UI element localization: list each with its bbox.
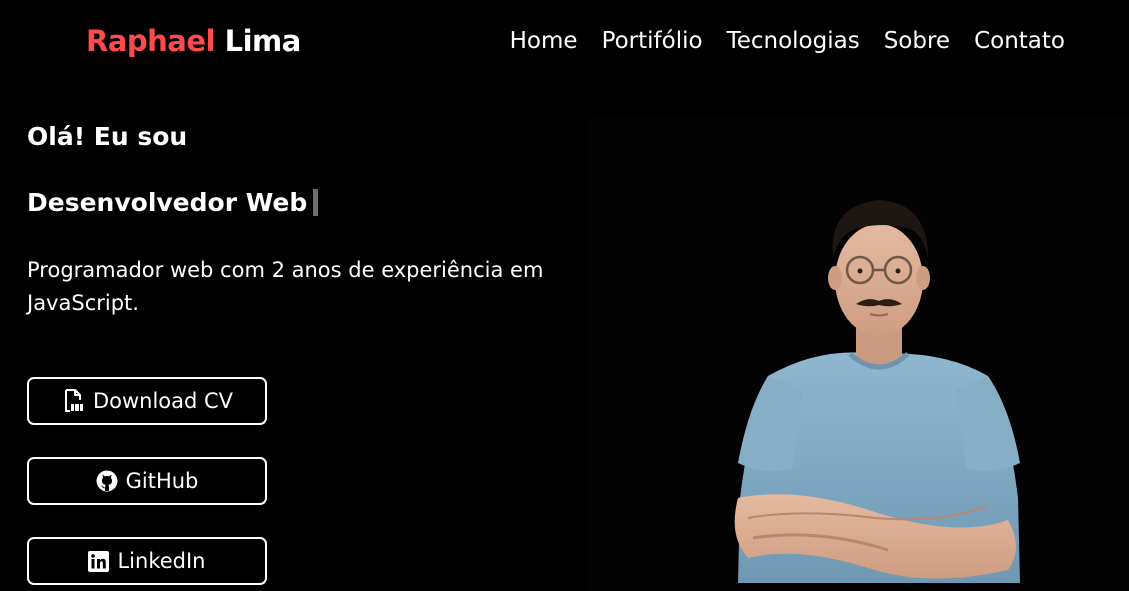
hero-greeting: Olá! Eu sou [27,122,188,151]
pdf-file-icon [61,388,85,414]
profile-photo [588,118,1129,591]
hero-role: Desenvolvedor Web [27,188,308,217]
typing-cursor [313,189,319,216]
download-cv-button[interactable]: Download CV [27,377,267,425]
hero-description: Programador web com 2 anos de experiênci… [27,258,544,315]
nav-contact[interactable]: Contato [974,28,1065,54]
logo-last-name: Lima [224,24,302,58]
nav-portfolio[interactable]: Portifólio [602,28,703,54]
main-nav: Home Portifólio Tecnologias Sobre Contat… [510,28,1065,54]
nav-technologies[interactable]: Tecnologias [727,28,860,54]
linkedin-icon [88,550,110,572]
linkedin-label: LinkedIn [117,549,206,573]
github-icon [96,470,118,492]
download-cv-label: Download CV [92,389,234,413]
github-button[interactable]: GitHub [27,457,267,505]
logo-first-name: Raphael [86,24,215,58]
nav-home[interactable]: Home [510,28,578,54]
logo[interactable]: Raphael Lima [86,24,301,58]
hero-role-line: Desenvolvedor Web [27,188,319,217]
nav-about[interactable]: Sobre [884,28,950,54]
linkedin-button[interactable]: LinkedIn [27,537,267,585]
github-label: GitHub [125,469,199,493]
page: Raphael Lima Home Portifólio Tecnologias… [0,0,1129,591]
